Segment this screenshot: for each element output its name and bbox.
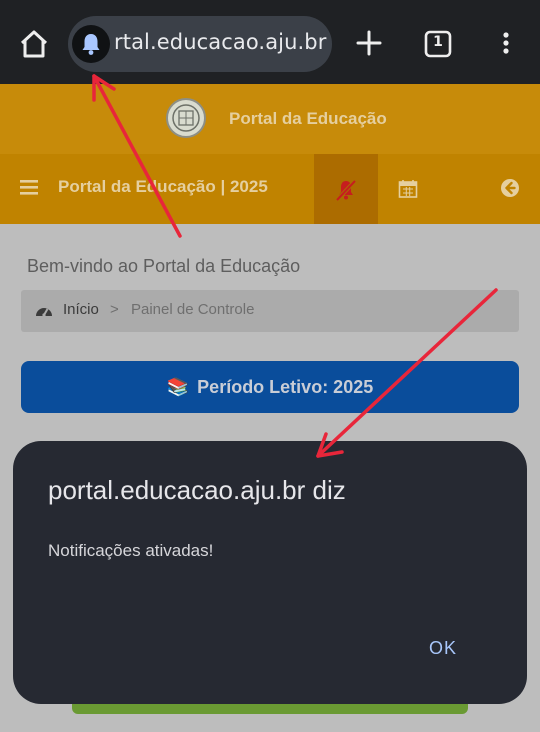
menu-toggle-button[interactable] [20,179,38,195]
site-info-button[interactable] [72,25,110,63]
notifications-toggle[interactable] [314,154,378,224]
arrow-left-circle-icon [501,179,519,197]
bell-slash-icon [335,179,357,202]
calendar-icon [398,180,418,198]
navbar: Portal da Educação | 2025 [0,154,540,224]
tab-count: 1 [433,34,443,50]
calendar-button[interactable] [398,179,418,199]
nav-title[interactable]: Portal da Educação | 2025 [58,177,268,197]
ok-button[interactable]: OK [417,631,469,665]
alert-dialog: portal.educacao.aju.br diz Notificações … [13,441,527,704]
site-title: Portal da Educação [229,109,387,128]
school-period-button[interactable]: 📚 Período Letivo: 2025 [21,361,519,413]
more-vert-icon [503,32,509,54]
browser-toolbar: rtal.educacao.aju.br 1 [0,0,540,84]
logout-button[interactable] [500,178,520,198]
emblem-icon [172,104,200,132]
dashboard-icon [35,303,53,319]
bell-icon [82,34,100,55]
browser-menu-button[interactable] [494,26,518,60]
dialog-message: Notificações ativadas! [48,541,214,560]
dialog-title: portal.educacao.aju.br diz [48,475,346,505]
welcome-text: Bem-vindo ao Portal da Educação [27,256,301,276]
school-period-label: Período Letivo: 2025 [197,376,374,397]
books-icon: 📚 [166,376,190,397]
site-header: Portal da Educação [0,84,540,154]
new-tab-button[interactable] [352,26,386,60]
hamburger-icon [20,180,38,195]
school-period-content: 📚 Período Letivo: 2025 [21,361,519,413]
breadcrumb-current: Painel de Controle [131,301,255,318]
address-bar[interactable]: rtal.educacao.aju.br [68,16,332,72]
url-text: rtal.educacao.aju.br [114,30,327,54]
plus-icon [356,30,382,56]
tab-switcher-button[interactable]: 1 [422,28,454,60]
home-button[interactable] [14,24,54,64]
home-icon [20,30,48,58]
site-logo [166,98,206,138]
breadcrumb: Início > Painel de Controle [21,290,519,332]
breadcrumb-separator: > [110,301,119,318]
breadcrumb-home-link[interactable]: Início [63,301,99,318]
